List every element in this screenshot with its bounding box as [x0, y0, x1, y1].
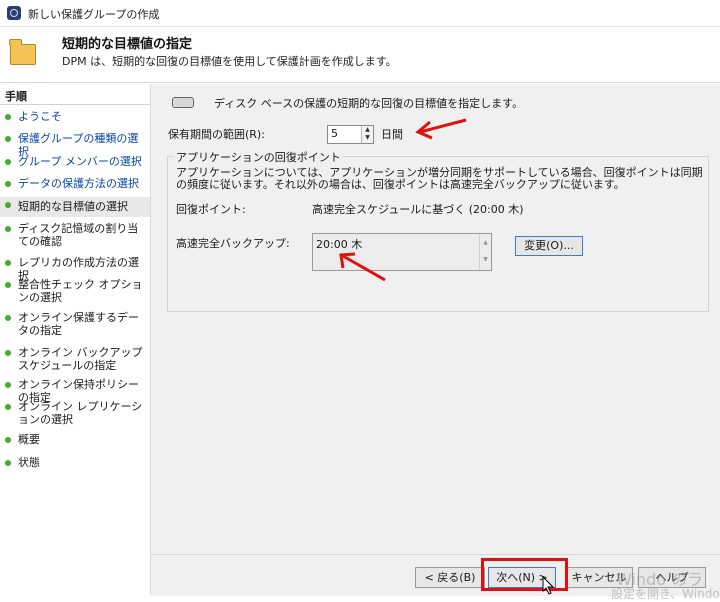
recovery-points-value: 高速完全スケジュールに基づく (20:00 木) [312, 203, 524, 216]
full-backup-label: 高速完全バックアップ: [176, 237, 290, 250]
step-replica-creation[interactable]: レプリカの作成方法の選択 [0, 256, 150, 282]
step-complete-icon [5, 159, 11, 165]
retention-label: 保有期間の範囲(R): [168, 128, 265, 141]
step-status[interactable]: 状態 [0, 456, 150, 474]
step-online-schedule[interactable]: オンライン バックアップ スケジュールの指定 [0, 346, 150, 374]
step-group-type[interactable]: 保護グループの種類の選択 [0, 132, 150, 158]
wizard-footer: < 戻る(B) 次へ(N) > キャンセル ヘルプ Windo のラ 設定を開き… [151, 554, 720, 601]
recovery-points-group: アプリケーションの回復ポイント アプリケーションについては、アプリケーションが増… [167, 149, 709, 312]
step-protection-method[interactable]: データの保護方法の選択 [0, 177, 150, 195]
step-label: オンライン バックアップ スケジュールの指定 [18, 346, 143, 372]
watermark-text-2: 設定を開き、Windo [611, 587, 720, 601]
page-subtitle: DPM は、短期的な回復の目標値を使用して保護計画を作成します。 [62, 55, 397, 68]
step-label: データの保護方法の選択 [18, 177, 139, 190]
steps-divider [0, 104, 150, 105]
step-consistency-check[interactable]: 整合性チェック オプションの選択 [0, 278, 150, 306]
step-label: 短期的な目標値の選択 [18, 200, 128, 213]
step-label: 状態 [18, 456, 40, 469]
wizard-header: 短期的な目標値の指定 DPM は、短期的な回復の目標値を使用して保護計画を作成し… [0, 27, 720, 83]
steps-heading: 手順 [5, 90, 27, 103]
group-explanation: アプリケーションについては、アプリケーションが増分同期をサポートしている場合、回… [176, 166, 703, 191]
step-pending-icon [5, 260, 11, 266]
back-button[interactable]: < 戻る(B) [415, 567, 485, 588]
step-group-members[interactable]: グループ メンバーの選択 [0, 155, 150, 173]
stepper-up-icon[interactable]: ▲ [362, 126, 373, 134]
step-label: オンライン保護するデータの指定 [18, 311, 139, 337]
main-panel: ディスク ベースの保護の短期的な回復の目標値を指定します。 保有期間の範囲(R)… [151, 84, 720, 554]
step-label: 概要 [18, 433, 40, 446]
retention-unit: 日間 [381, 128, 403, 141]
folder-icon [9, 39, 36, 65]
step-pending-icon [5, 404, 11, 410]
step-online-retention[interactable]: オンライン保持ポリシーの指定 [0, 378, 150, 404]
app-icon [7, 6, 21, 20]
step-complete-icon [5, 136, 11, 142]
step-label: グループ メンバーの選択 [18, 155, 142, 168]
step-online-data[interactable]: オンライン保護するデータの指定 [0, 311, 150, 339]
step-pending-icon [5, 382, 11, 388]
field-scrollbar[interactable]: ▲ ▼ [479, 234, 491, 270]
step-pending-icon [5, 226, 11, 232]
step-pending-icon [5, 282, 11, 288]
step-label: オンライン レプリケーションの選択 [18, 400, 143, 426]
retention-stepper[interactable]: 5 ▲ ▼ [327, 125, 374, 144]
recovery-points-label: 回復ポイント: [176, 203, 246, 216]
page-title: 短期的な目標値の指定 [62, 37, 193, 52]
retention-arrow-icon [415, 118, 467, 140]
step-summary[interactable]: 概要 [0, 433, 150, 451]
step-complete-icon [5, 114, 11, 120]
stepper-buttons[interactable]: ▲ ▼ [361, 126, 373, 143]
step-pending-icon [5, 350, 11, 356]
change-schedule-button[interactable]: 変更(O)... [515, 236, 583, 256]
disk-icon [172, 97, 194, 108]
full-backup-arrow-icon [339, 252, 386, 282]
step-pending-icon [5, 460, 11, 466]
step-label: 整合性チェック オプションの選択 [18, 278, 143, 304]
step-label: ようこそ [18, 110, 62, 123]
window-title: 新しい保護グループの作成 [28, 8, 160, 21]
group-title: アプリケーションの回復ポイント [174, 149, 343, 165]
step-pending-icon [5, 437, 11, 443]
step-pending-icon [5, 315, 11, 321]
step-complete-icon [5, 181, 11, 187]
steps-sidebar: 手順 ようこそ 保護グループの種類の選択 グループ メンバーの選択 データの保護… [0, 84, 151, 595]
stepper-down-icon[interactable]: ▼ [362, 134, 373, 142]
step-current-icon [5, 202, 11, 208]
step-label: ディスク記憶域の割り当ての確認 [18, 222, 139, 248]
step-short-term-goals[interactable]: 短期的な目標値の選択 [0, 197, 150, 217]
step-welcome[interactable]: ようこそ [0, 110, 150, 128]
mouse-cursor-icon [542, 576, 555, 595]
panel-description: ディスク ベースの保護の短期的な回復の目標値を指定します。 [214, 97, 524, 110]
step-disk-allocation[interactable]: ディスク記憶域の割り当ての確認 [0, 222, 150, 250]
step-online-replication[interactable]: オンライン レプリケーションの選択 [0, 400, 150, 428]
retention-value[interactable]: 5 [331, 127, 338, 140]
title-bar: 新しい保護グループの作成 [0, 0, 720, 27]
